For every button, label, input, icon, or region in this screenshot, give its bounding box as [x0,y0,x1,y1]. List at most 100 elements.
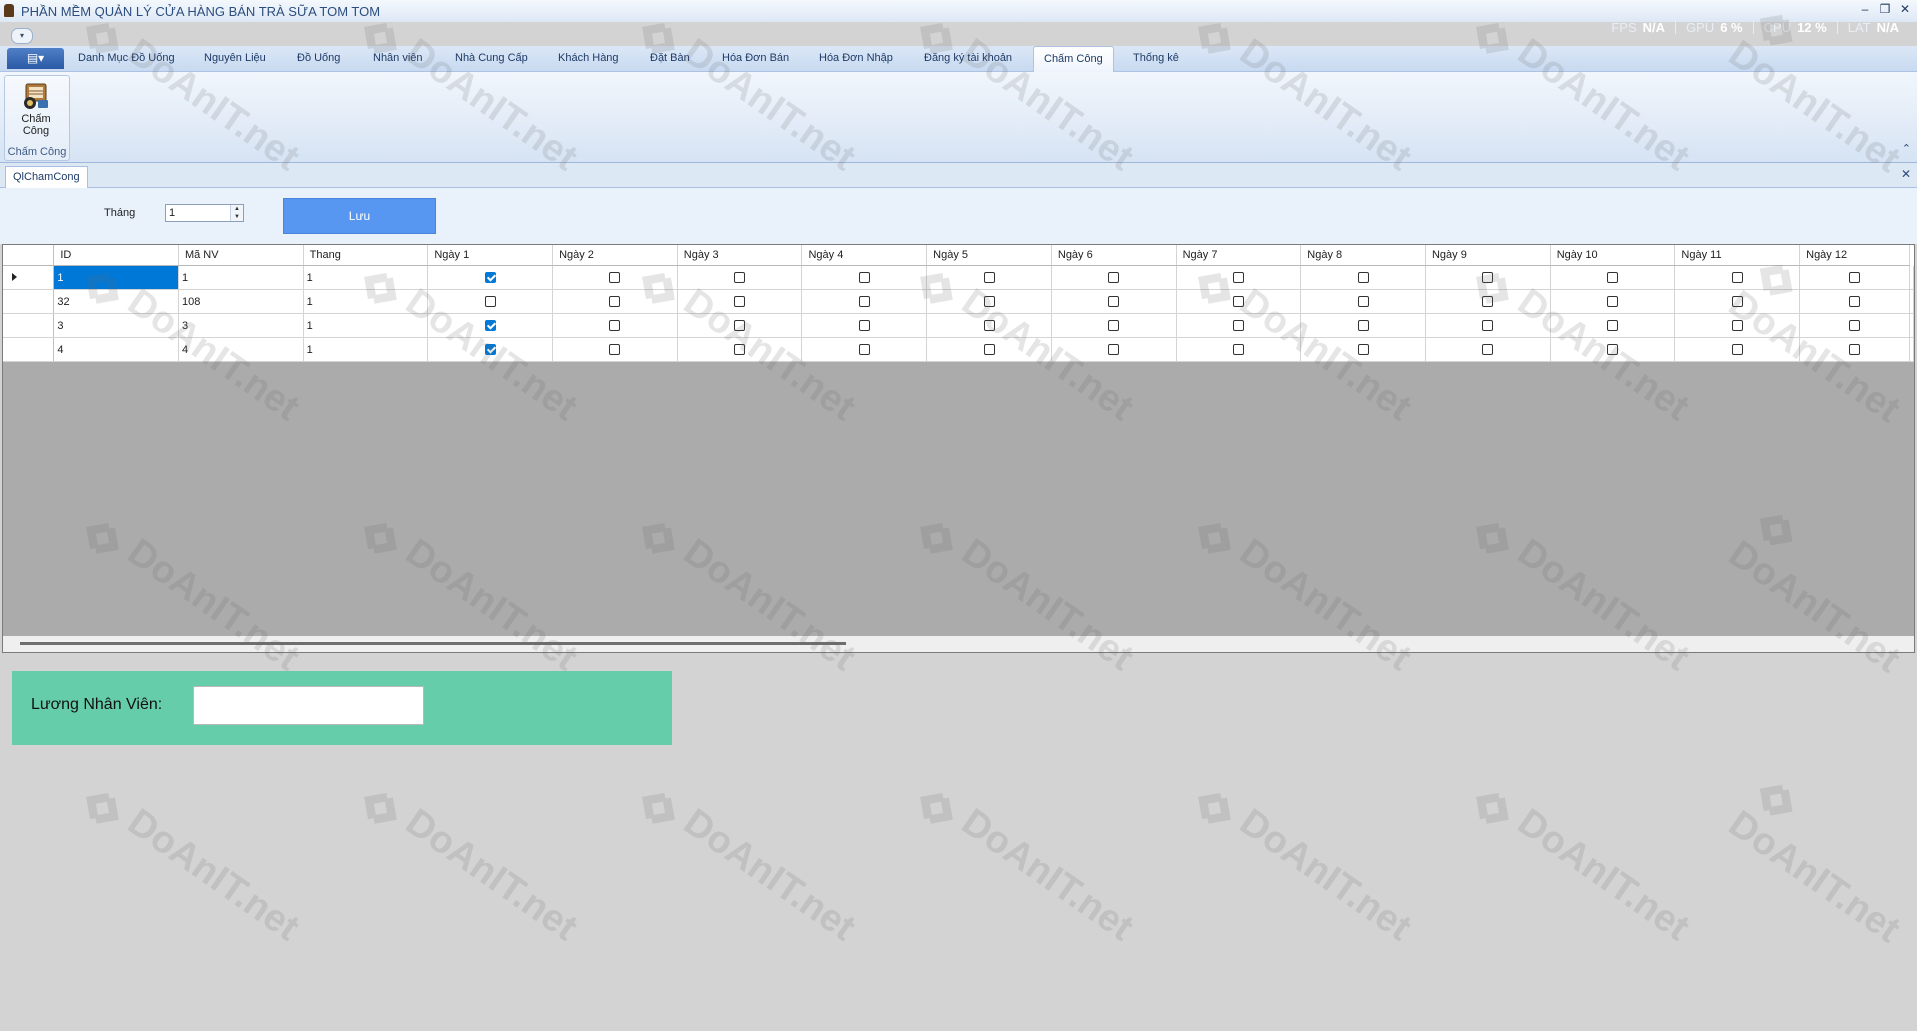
column-header[interactable]: Thang [303,245,429,266]
cell-ngay-12[interactable] [1799,313,1910,338]
cell-ngay-8[interactable] [1300,289,1426,314]
attendance-checkbox[interactable] [1849,344,1861,356]
attendance-checkbox[interactable] [484,344,496,356]
salary-field[interactable] [193,686,424,725]
attendance-checkbox[interactable] [1731,320,1743,332]
tab-hoa-don-nhap[interactable]: Hóa Đơn Nhập [819,46,893,71]
attendance-checkbox[interactable] [734,296,746,308]
cell-ngay-1[interactable] [427,289,554,314]
attendance-checkbox[interactable] [734,320,746,332]
attendance-checkbox[interactable] [1849,272,1861,284]
cell-ngay-1[interactable] [427,265,554,290]
month-stepper[interactable]: 1 ▲ ▼ [165,204,244,222]
attendance-checkbox[interactable] [609,296,621,308]
quick-access-dropdown[interactable]: ▾ [11,28,33,44]
restore-button[interactable]: ❐ [1879,2,1891,16]
row-header[interactable] [3,313,55,338]
cell-id[interactable]: 4 [53,337,179,362]
cell-ngay-3[interactable] [677,337,803,362]
tab-cham-cong[interactable]: Chấm Công [1033,46,1114,73]
cell-ngay-5[interactable] [926,337,1052,362]
table-row[interactable]: 111 [3,265,1914,290]
cell-ngay-10[interactable] [1550,265,1676,290]
row-header[interactable] [3,265,55,290]
column-header[interactable]: Ngày 7 [1176,245,1302,266]
cell-ngay-7[interactable] [1176,289,1302,314]
attendance-checkbox[interactable] [609,320,621,332]
attendance-checkbox[interactable] [1482,320,1494,332]
tab-do-uong[interactable]: Đồ Uống [297,46,340,71]
cell-ngay-3[interactable] [677,289,803,314]
cell-ngay-10[interactable] [1550,337,1676,362]
attendance-checkbox[interactable] [1232,272,1244,284]
attendance-checkbox[interactable] [1607,344,1619,356]
close-document-icon[interactable]: ✕ [1901,167,1911,181]
attendance-checkbox[interactable] [1108,272,1120,284]
attendance-checkbox[interactable] [1849,320,1861,332]
table-row[interactable]: 32 108 1 [3,289,1914,314]
horizontal-scrollbar[interactable] [3,636,1914,652]
attendance-checkbox[interactable] [1849,296,1861,308]
attendance-checkbox[interactable] [1482,344,1494,356]
tab-qlchamcong[interactable]: QlChamCong [5,166,88,188]
attendance-checkbox[interactable] [484,272,496,284]
cell-ngay-11[interactable] [1674,337,1801,362]
cell-id[interactable]: 1 [53,265,179,290]
attendance-checkbox[interactable] [983,320,995,332]
cell-thang[interactable]: 1 [303,265,429,290]
tab-nhan-vien[interactable]: Nhân viên [373,46,423,71]
attendance-checkbox[interactable] [1482,272,1494,284]
tab-khach-hang[interactable]: Khách Hàng [558,46,619,71]
close-button[interactable]: ✕ [1899,2,1911,16]
attendance-checkbox[interactable] [1357,320,1369,332]
cell-ma-nv[interactable]: 108 [178,289,304,314]
scrollbar-thumb[interactable] [20,642,846,645]
column-header[interactable]: Ngày 10 [1550,245,1676,266]
attendance-checkbox[interactable] [983,272,995,284]
column-header[interactable]: Ngày 11 [1674,245,1801,266]
attendance-checkbox[interactable] [609,272,621,284]
attendance-checkbox[interactable] [1731,272,1743,284]
cell-ngay-5[interactable] [926,265,1052,290]
tab-nguyen-lieu[interactable]: Nguyên Liệu [204,46,266,71]
attendance-checkbox[interactable] [734,272,746,284]
cell-ngay-6[interactable] [1051,337,1177,362]
cell-ngay-8[interactable] [1300,265,1426,290]
column-header[interactable]: Ngày 5 [926,245,1052,266]
cell-ngay-2[interactable] [552,337,678,362]
attendance-checkbox[interactable] [1232,296,1244,308]
tab-thong-ke[interactable]: Thống kê [1133,46,1179,71]
attendance-checkbox[interactable] [983,344,995,356]
cell-ngay-7[interactable] [1176,265,1302,290]
attendance-checkbox[interactable] [858,296,870,308]
cell-ngay-4[interactable] [801,313,928,338]
cell-ngay-10[interactable] [1550,313,1676,338]
row-header[interactable] [3,337,55,362]
attendance-checkbox[interactable] [1731,296,1743,308]
cell-ngay-9[interactable] [1425,265,1551,290]
column-header[interactable]: Ngày 12 [1799,245,1910,266]
cell-ngay-7[interactable] [1176,337,1302,362]
attendance-checkbox[interactable] [1232,320,1244,332]
cell-ngay-2[interactable] [552,313,678,338]
cell-ngay-9[interactable] [1425,289,1551,314]
cell-ngay-2[interactable] [552,289,678,314]
column-header[interactable]: Ngày 9 [1425,245,1551,266]
cell-ma-nv[interactable]: 4 [178,337,304,362]
attendance-checkbox[interactable] [1607,320,1619,332]
column-header[interactable]: Ngày 2 [552,245,678,266]
attendance-checkbox[interactable] [484,320,496,332]
column-header[interactable]: Ngày 6 [1051,245,1177,266]
column-header[interactable]: Mã NV [178,245,304,266]
attendance-checkbox[interactable] [609,344,621,356]
row-header[interactable] [3,289,55,314]
attendance-checkbox[interactable] [858,272,870,284]
column-header[interactable]: Ngày 1 [427,245,554,266]
attendance-checkbox[interactable] [858,320,870,332]
attendance-checkbox[interactable] [1607,272,1619,284]
month-value[interactable]: 1 [169,207,175,219]
cell-ngay-1[interactable] [427,337,554,362]
tab-hoa-don-ban[interactable]: Hóa Đơn Bán [722,46,789,71]
column-header[interactable]: Ngày 4 [801,245,928,266]
column-header[interactable]: ID [53,245,179,266]
